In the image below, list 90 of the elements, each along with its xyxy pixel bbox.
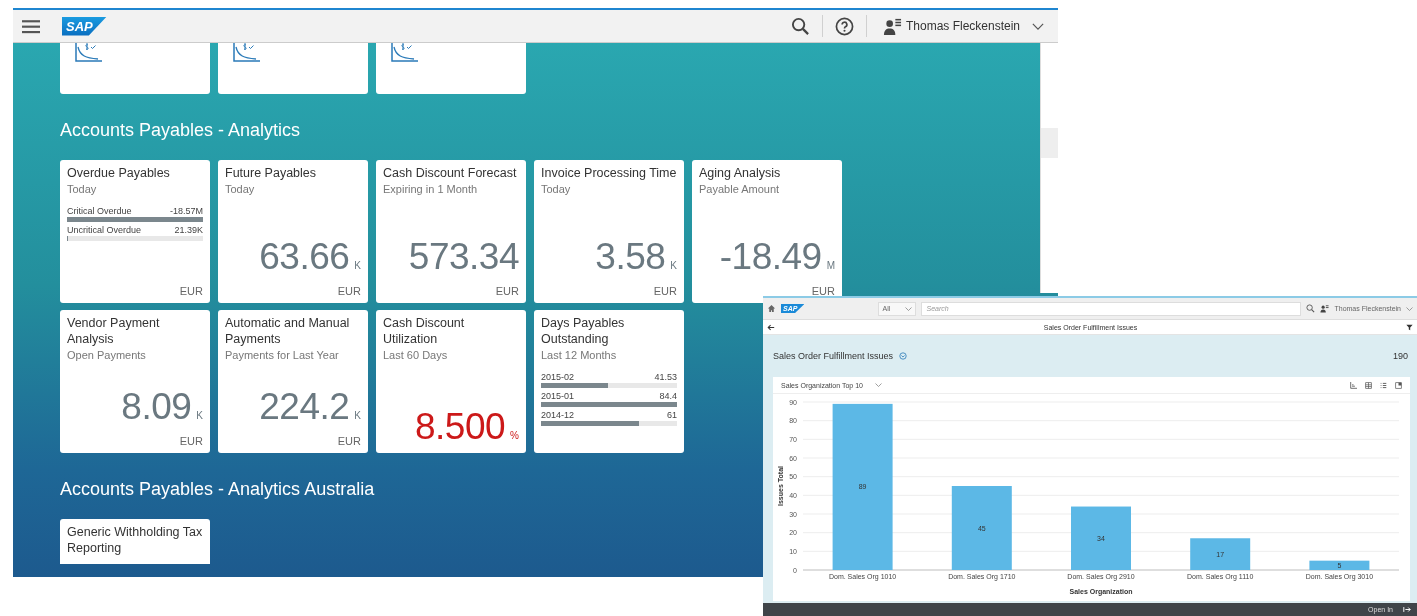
table-icon[interactable]: [1365, 381, 1372, 389]
kpi-scale: %: [510, 430, 519, 441]
kpi-tile[interactable]: Cash Discount Forecast Expiring in 1 Month 573.34 EUR: [376, 160, 526, 303]
tile-unit: EUR: [179, 435, 203, 447]
home-icon[interactable]: [767, 304, 776, 313]
app-tile[interactable]: [60, 43, 210, 94]
cost-chart-icon: [389, 43, 421, 63]
kpi-value: 63.66: [259, 237, 350, 277]
kpi-tile[interactable]: Generic Withholding Tax Reporting: [60, 519, 210, 564]
tile-title: Days Payables Outstanding: [541, 315, 626, 347]
tile-title: Generic Withholding Tax Reporting: [67, 524, 203, 556]
user-icon[interactable]: [882, 16, 902, 36]
kpi-tile[interactable]: Invoice Processing Time Today 3.58 K EUR: [534, 160, 684, 303]
group-title: Accounts Payables - Analytics Australia: [60, 479, 375, 500]
kpi-value: 224.2: [259, 387, 350, 427]
chevron-down-icon[interactable]: [1032, 22, 1044, 30]
tile-title: Future Payables: [225, 165, 318, 181]
item-count: 190: [1392, 351, 1408, 361]
tile-unit: EUR: [337, 435, 361, 447]
tile-subtitle: Today: [541, 182, 572, 197]
tile-subtitle: Open Payments: [67, 348, 147, 363]
tile-subtitle: Payments for Last Year: [225, 348, 340, 363]
tile-unit: EUR: [811, 285, 835, 297]
comparison-value: 21.39K: [174, 224, 203, 236]
kpi-tile[interactable]: Vendor Payment Analysis Open Payments 8.09 K EUR: [60, 310, 210, 453]
tile-unit: EUR: [653, 285, 677, 297]
kpi-scale: K: [670, 260, 677, 271]
kpi-value: -18.49: [719, 237, 822, 277]
tile-subtitle: Today: [67, 182, 98, 197]
tile-title: Automatic and Manual Payments: [225, 315, 351, 347]
kpi-value: 573.34: [408, 237, 519, 277]
comparison-label: 2014-12: [541, 409, 575, 421]
kpi-tile[interactable]: Overdue Payables Today Critical Overdue -18.57M Uncritical Overdue 21.39K EUR: [60, 160, 210, 303]
tile-title: Vendor Payment Analysis: [67, 315, 161, 347]
kpi-value: 8.09: [121, 387, 192, 427]
chevron-down-icon: [905, 306, 913, 311]
kpi-tile[interactable]: Days Payables Outstanding Last 12 Months 2015-02 41.53 2015-01 84.4 2014-12 61: [534, 310, 684, 453]
kpi-tile[interactable]: Automatic and Manual Payments Payments for Last Year 224.2 K EUR: [218, 310, 368, 453]
expand-icon[interactable]: [899, 352, 908, 360]
app-tile[interactable]: [218, 43, 368, 94]
tile-unit: EUR: [495, 285, 519, 297]
comparison-value: 41.53: [654, 371, 677, 383]
kpi-scale: K: [354, 260, 361, 271]
tile-subtitle: Today: [225, 182, 256, 197]
user-icon[interactable]: [1320, 304, 1330, 313]
tile-subtitle: Expiring in 1 Month: [383, 182, 479, 197]
kpi-scale: K: [196, 410, 203, 421]
comparison-label: Critical Overdue: [67, 205, 132, 217]
tile-unit: EUR: [337, 285, 361, 297]
comparison-label: Uncritical Overdue: [67, 224, 142, 236]
chevron-down-icon: [875, 383, 882, 387]
kpi-tile[interactable]: Cash Discount Utilization Last 60 Days 8.500%: [376, 310, 526, 453]
kpi-tile[interactable]: Aging Analysis Payable Amount -18.49 M EUR: [692, 160, 842, 303]
list-icon[interactable]: [1380, 381, 1387, 389]
sap-logo[interactable]: SAP: [62, 16, 107, 36]
fullscreen-icon[interactable]: [1395, 381, 1402, 389]
kpi-scale: M: [826, 260, 835, 271]
tile-subtitle: Last 12 Months: [541, 348, 618, 363]
cost-chart-icon: [73, 43, 105, 63]
tile-subtitle: Last 60 Days: [383, 348, 449, 363]
comparison-value: 84.4: [659, 390, 677, 402]
kpi-value: 3.58: [595, 237, 666, 277]
menu-icon[interactable]: [22, 18, 40, 34]
kpi-tile[interactable]: Future Payables Today 63.66 K EUR: [218, 160, 368, 303]
tile-title: Aging Analysis: [699, 165, 782, 181]
comparison-label: 2015-01: [541, 390, 575, 402]
scrollbar[interactable]: [1040, 43, 1058, 293]
bar-chart-icon[interactable]: [1350, 381, 1357, 389]
tile-unit: EUR: [179, 285, 203, 297]
search-icon[interactable]: [790, 16, 810, 36]
help-icon[interactable]: [834, 16, 854, 36]
share-icon[interactable]: [1403, 606, 1411, 613]
tile-title: Overdue Payables: [67, 165, 171, 181]
back-arrow-icon[interactable]: [767, 323, 775, 331]
comparison-label: 2015-02: [541, 371, 575, 383]
cost-chart-icon: [231, 43, 263, 63]
group-title: Accounts Payables - Analytics: [60, 120, 301, 141]
filter-icon[interactable]: [1406, 323, 1413, 331]
tile-subtitle: Payable Amount: [699, 182, 781, 197]
kpi-scale: K: [354, 410, 361, 421]
tile-title: Cash Discount Forecast: [383, 165, 518, 181]
tile-title: Cash Discount Utilization: [383, 315, 466, 347]
user-name[interactable]: Thomas Fleckenstein: [905, 19, 1020, 33]
report-title: Sales Order Fulfillment Issues: [773, 351, 894, 361]
search-icon[interactable]: [1306, 304, 1316, 313]
app-tile[interactable]: [376, 43, 526, 94]
tile-title: Invoice Processing Time: [541, 165, 677, 181]
comparison-value: 61: [667, 409, 677, 421]
kpi-value: 8.500: [415, 407, 506, 447]
comparison-value: -18.57M: [169, 205, 203, 217]
